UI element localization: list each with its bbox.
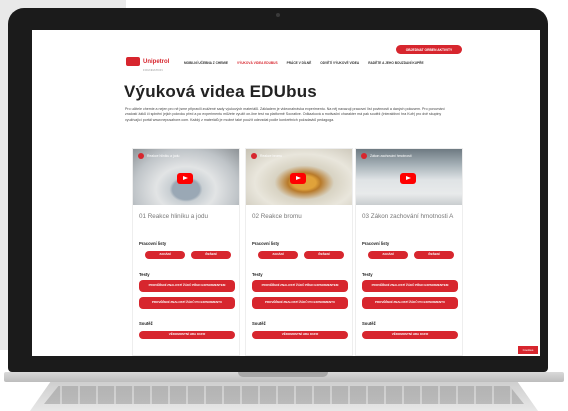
competition-heading: Soutěž: [252, 321, 266, 326]
webcam: [276, 13, 280, 17]
assignment-button[interactable]: ZADÁNÍ: [145, 251, 185, 259]
test-after-button[interactable]: PROVĚŘENÍ ZNALOSTÍ ŽÁKŮ PO EXPERIMENTU: [139, 297, 235, 309]
laptop-base: [0, 360, 568, 411]
order-button[interactable]: OBJEDNAT ORBEN AKTIVITY: [396, 45, 462, 54]
play-icon[interactable]: [177, 173, 193, 184]
competition-heading: Soutěž: [139, 321, 153, 326]
play-icon[interactable]: [400, 173, 416, 184]
channel-icon: [138, 153, 144, 159]
solution-button[interactable]: ŘEŠENÍ: [304, 251, 344, 259]
game-button[interactable]: VĚDOMOSTNÍ HRA KUFR: [362, 331, 458, 339]
logo-icon: [126, 56, 140, 66]
cookie-button[interactable]: Cookies: [518, 346, 538, 354]
tests-heading: Testy: [362, 272, 373, 277]
test-after-button[interactable]: PROVĚŘENÍ ZNALOSTÍ ŽÁKŮ PO EXPERIMENTU: [362, 297, 458, 309]
assignment-button[interactable]: ZADÁNÍ: [258, 251, 298, 259]
main-nav: MOBILNÍ UČEBNA Z CHEMIE VÝUKOVÁ VIDEA ED…: [184, 61, 424, 65]
page-title: Výuková videa EDUbus: [124, 82, 317, 101]
card-title: 01 Reakce hliníku a jodu: [139, 213, 208, 220]
site-logo[interactable]: Unipetrol FOUNDATION: [126, 50, 169, 72]
thumbnail-label: Reakce bromu: [260, 154, 283, 158]
intro-text: Pro učitele chemie a nejen pro ně jsme p…: [125, 107, 445, 122]
worksheets-heading: Pracovní listy: [252, 241, 280, 246]
competition-heading: Soutěž: [362, 321, 376, 326]
game-button[interactable]: VĚDOMOSTNÍ HRA KUFR: [252, 331, 348, 339]
logo-text: Unipetrol: [143, 59, 170, 65]
tests-heading: Testy: [252, 272, 263, 277]
test-before-button[interactable]: PROVĚŘENÍ ZNALOSTÍ ŽÁKŮ PŘED EXPERIMENTE…: [252, 280, 348, 292]
video-card: Reakce hliníku a jodu 01 Reakce hliníku …: [132, 148, 240, 356]
test-before-button[interactable]: PROVĚŘENÍ ZNALOSTÍ ŽÁKŮ PŘED EXPERIMENTE…: [139, 280, 235, 292]
nav-item[interactable]: MOBILNÍ UČEBNA Z CHEMIE: [184, 61, 228, 65]
worksheets-heading: Pracovní listy: [362, 241, 390, 246]
site-header: Unipetrol FOUNDATION OBJEDNAT ORBEN AKTI…: [32, 30, 540, 72]
channel-icon: [251, 153, 257, 159]
video-thumbnail[interactable]: Zákon zachování hmotnosti: [356, 149, 462, 205]
channel-icon: [361, 153, 367, 159]
video-card: Reakce bromu 02 Reakce bromu Pracovní li…: [245, 148, 353, 356]
card-title: 02 Reakce bromu: [252, 213, 302, 220]
test-before-button[interactable]: PROVĚŘENÍ ZNALOSTÍ ŽÁKŮ PŘED EXPERIMENTE…: [362, 280, 458, 292]
video-card: Zákon zachování hmotnosti 03 Zákon zacho…: [355, 148, 463, 356]
card-title: 03 Zákon zachování hmotnosti A: [362, 213, 454, 220]
solution-button[interactable]: ŘEŠENÍ: [414, 251, 454, 259]
laptop-keys: [44, 386, 524, 404]
game-button[interactable]: VĚDOMOSTNÍ HRA KUFR: [139, 331, 235, 339]
nav-item-active[interactable]: VÝUKOVÁ VIDEA EDUBUS: [237, 61, 278, 65]
logo-subtext: FOUNDATION: [143, 68, 163, 72]
thumbnail-label: Zákon zachování hmotnosti: [370, 154, 412, 158]
play-icon[interactable]: [290, 173, 306, 184]
video-thumbnail[interactable]: Reakce bromu: [246, 149, 352, 205]
test-after-button[interactable]: PROVĚŘENÍ ZNALOSTÍ ŽÁKŮ PO EXPERIMENTU: [252, 297, 348, 309]
worksheets-heading: Pracovní listy: [139, 241, 167, 246]
laptop-notch: [238, 372, 328, 377]
thumbnail-label: Reakce hliníku a jodu: [147, 154, 180, 158]
nav-item[interactable]: RADĚTE A JEHO BOUZDANÍ KUPŘE: [368, 61, 423, 65]
nav-item[interactable]: ODVĚTÍ VÝUKOVÉ VIDEA: [320, 61, 359, 65]
laptop-screen: Unipetrol FOUNDATION OBJEDNAT ORBEN AKTI…: [32, 30, 540, 356]
nav-item[interactable]: PRÁCE V DÍLNĚ: [287, 61, 312, 65]
solution-button[interactable]: ŘEŠENÍ: [191, 251, 231, 259]
assignment-button[interactable]: ZADÁNÍ: [368, 251, 408, 259]
tests-heading: Testy: [139, 272, 150, 277]
laptop-lid: Unipetrol FOUNDATION OBJEDNAT ORBEN AKTI…: [8, 8, 548, 372]
video-thumbnail[interactable]: Reakce hliníku a jodu: [133, 149, 239, 205]
